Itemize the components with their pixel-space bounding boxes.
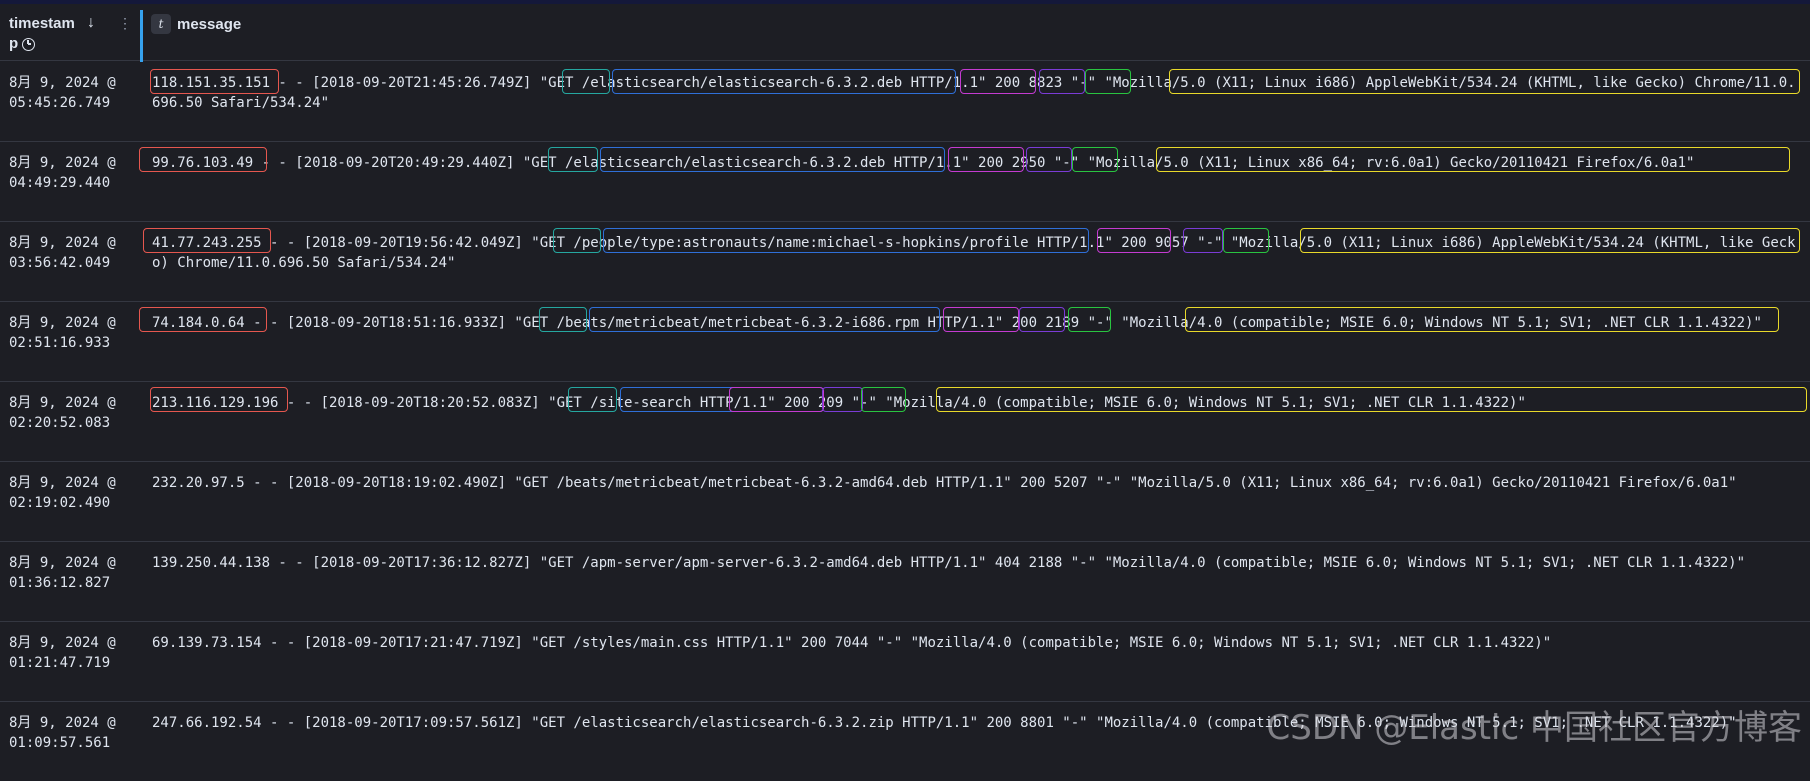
timestamp-date: 8月 9, 2024 @ xyxy=(9,75,116,91)
message-column-label: message xyxy=(177,15,242,33)
message-cell: 213.116.129.196 - - [2018-09-20T18:20:52… xyxy=(152,395,1526,411)
timestamp-time: 05:45:26.749 xyxy=(9,95,111,111)
timestamp-date: 8月 9, 2024 @ xyxy=(9,395,116,411)
table-row[interactable]: 8月 9, 2024 @ 02:51:16.933 74.184.0.64 - … xyxy=(0,301,1810,382)
timestamp-cell: 8月 9, 2024 @ 01:09:57.561 xyxy=(9,713,134,753)
timestamp-time: 01:09:57.561 xyxy=(9,735,111,751)
sort-descending-icon[interactable]: ↓ xyxy=(87,14,103,32)
message-cell: 69.139.73.154 - - [2018-09-20T17:21:47.7… xyxy=(152,635,1552,651)
watermark-text: CSDN @Elastic 中国社区官方博客 xyxy=(1266,708,1803,748)
timestamp-cell: 8月 9, 2024 @ 01:21:47.719 xyxy=(9,633,134,673)
text-field-type-icon: t xyxy=(151,14,171,34)
table-row[interactable]: 8月 9, 2024 @ 05:45:26.749 118.151.35.151… xyxy=(0,61,1810,142)
table-header: timestam p ↓ ⋮ t message xyxy=(0,4,1810,62)
timestamp-cell: 8月 9, 2024 @ 05:45:26.749 xyxy=(9,73,134,113)
timestamp-time: 04:49:29.440 xyxy=(9,175,111,191)
timestamp-date: 8月 9, 2024 @ xyxy=(9,155,116,171)
timestamp-cell: 8月 9, 2024 @ 04:49:29.440 xyxy=(9,153,134,193)
timestamp-date: 8月 9, 2024 @ xyxy=(9,555,116,571)
message-cell: 99.76.103.49 - - [2018-09-20T20:49:29.44… xyxy=(152,155,1695,171)
timestamp-cell: 8月 9, 2024 @ 02:20:52.083 xyxy=(9,393,134,433)
message-cell: 41.77.243.255 - - [2018-09-20T19:56:42.0… xyxy=(152,235,1796,271)
timestamp-time: 02:51:16.933 xyxy=(9,335,111,351)
table-row[interactable]: 8月 9, 2024 @ 01:21:47.719 69.139.73.154 … xyxy=(0,621,1810,702)
message-cell: 139.250.44.138 - - [2018-09-20T17:36:12.… xyxy=(152,555,1746,571)
timestamp-time: 01:21:47.719 xyxy=(9,655,111,671)
message-cell: 74.184.0.64 - - [2018-09-20T18:51:16.933… xyxy=(152,315,1762,331)
timestamp-time: 01:36:12.827 xyxy=(9,575,111,591)
message-column-header[interactable]: t message xyxy=(151,14,241,34)
timestamp-date: 8月 9, 2024 @ xyxy=(9,235,116,251)
clock-icon xyxy=(22,37,36,51)
table-row[interactable]: 8月 9, 2024 @ 03:56:42.049 41.77.243.255 … xyxy=(0,221,1810,302)
timestamp-cell: 8月 9, 2024 @ 02:51:16.933 xyxy=(9,313,134,353)
timestamp-column-label-line2: p xyxy=(9,34,129,54)
table-row[interactable]: 8月 9, 2024 @ 02:20:52.083 213.116.129.19… xyxy=(0,381,1810,462)
timestamp-column-header[interactable]: timestam p xyxy=(9,14,129,54)
table-row[interactable]: 8月 9, 2024 @ 01:36:12.827 139.250.44.138… xyxy=(0,541,1810,622)
timestamp-date: 8月 9, 2024 @ xyxy=(9,635,116,651)
timestamp-date: 8月 9, 2024 @ xyxy=(9,315,116,331)
table-row[interactable]: 8月 9, 2024 @ 04:49:29.440 99.76.103.49 -… xyxy=(0,141,1810,222)
timestamp-date: 8月 9, 2024 @ xyxy=(9,475,116,491)
table-row[interactable]: 8月 9, 2024 @ 02:19:02.490 232.20.97.5 - … xyxy=(0,461,1810,542)
column-resize-handle[interactable] xyxy=(140,10,143,62)
timestamp-column-label: timestam xyxy=(9,15,75,32)
timestamp-time: 02:20:52.083 xyxy=(9,415,111,431)
timestamp-time: 02:19:02.490 xyxy=(9,495,111,511)
timestamp-date: 8月 9, 2024 @ xyxy=(9,715,116,731)
timestamp-cell: 8月 9, 2024 @ 03:56:42.049 xyxy=(9,233,134,273)
column-menu-icon[interactable]: ⋮ xyxy=(118,14,132,32)
timestamp-time: 03:56:42.049 xyxy=(9,255,111,271)
timestamp-cell: 8月 9, 2024 @ 01:36:12.827 xyxy=(9,553,134,593)
message-cell: 118.151.35.151 - - [2018-09-20T21:45:26.… xyxy=(152,75,1796,111)
timestamp-cell: 8月 9, 2024 @ 02:19:02.490 xyxy=(9,473,134,513)
timestamp-column-label-p: p xyxy=(9,35,19,52)
message-cell: 232.20.97.5 - - [2018-09-20T18:19:02.490… xyxy=(152,475,1737,491)
